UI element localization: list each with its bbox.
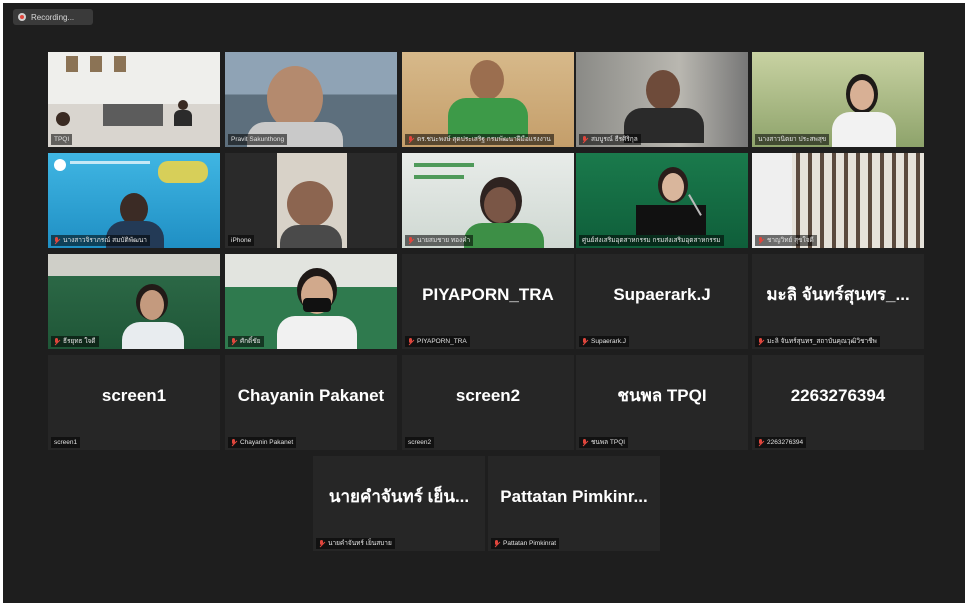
participant-tile[interactable]: 2263276394 2263276394 xyxy=(752,355,924,450)
participant-tile[interactable]: Pravit Sakunthong xyxy=(225,52,397,147)
participant-tile[interactable]: TPQI xyxy=(48,52,220,147)
participant-name-label: สมบูรณ์ ธีรศิริกุล xyxy=(579,134,641,145)
participant-name-label: iPhone xyxy=(228,235,255,246)
participant-tile[interactable]: Pattatan Pimkinr... Pattatan Pimkinrat xyxy=(488,456,660,551)
mic-muted-icon xyxy=(494,539,500,548)
participant-name-label: Chayanin Pakanet xyxy=(228,437,297,448)
participant-name-label: Supaerark.J xyxy=(579,336,630,347)
mic-muted-icon xyxy=(319,539,325,548)
participant-tile[interactable]: ศูนย์ส่งเสริมอุตสาหกรรม กรมส่งเสริมอุตสา… xyxy=(576,153,748,248)
participant-tile[interactable]: Supaerark.J Supaerark.J xyxy=(576,254,748,349)
participant-name-label: ศูนย์ส่งเสริมอุตสาหกรรม กรมส่งเสริมอุตสา… xyxy=(579,235,724,246)
mic-muted-icon xyxy=(408,337,414,346)
participant-name-label: ชาญวิทย์ สุขใจดี xyxy=(755,235,817,246)
participant-name-label: Pattatan Pimkinrat xyxy=(491,538,560,549)
participant-display-name: screen1 xyxy=(101,385,167,405)
participant-name-label: นายคำจันทร์ เย็นสบาย xyxy=(316,538,395,549)
participant-tile[interactable]: screen2 screen2 xyxy=(402,355,574,450)
participant-tile[interactable]: นายคำจันทร์ เย็น... นายคำจันทร์ เย็นสบาย xyxy=(313,456,485,551)
participant-name-label: screen1 xyxy=(51,437,81,448)
participant-tile[interactable]: มะลิ จันทร์สุนทร_... มะลิ จันทร์สุนทร_สถ… xyxy=(752,254,924,349)
participant-display-name: Supaerark.J xyxy=(613,284,711,304)
participant-name-label: นายสมชาย ทองคำ xyxy=(405,235,474,246)
mic-muted-icon xyxy=(758,337,764,346)
participant-tile[interactable]: iPhone xyxy=(225,153,397,248)
recording-label: Recording... xyxy=(31,12,75,22)
participant-display-name: นายคำจันทร์ เย็น... xyxy=(328,487,470,506)
participant-name-label: มะลิ จันทร์สุนทร_สถาบันคุณวุฒิวิชาชีพ xyxy=(755,336,880,347)
recording-icon xyxy=(18,13,26,21)
participant-tile[interactable]: screen1 screen1 xyxy=(48,355,220,450)
participant-name-label: ศักดิ์ชัย xyxy=(228,336,264,347)
participant-tile[interactable]: สมบูรณ์ ธีรศิริกุล xyxy=(576,52,748,147)
participant-name-label: นางสาวนิตยา ประสพสุข xyxy=(755,134,830,145)
participant-display-name: ชนพล TPQI xyxy=(617,386,707,405)
participant-name-label: PIYAPORN_TRA xyxy=(405,336,470,347)
participant-display-name: PIYAPORN_TRA xyxy=(422,284,554,304)
participant-name-label: 2263276394 xyxy=(755,437,807,448)
mic-muted-icon xyxy=(408,236,414,245)
participant-tile[interactable]: ดร.ชนะพงษ์ สุดประเสริฐ กรมพัฒนาฝีมือแรงง… xyxy=(402,52,574,147)
mic-muted-icon xyxy=(54,337,60,346)
zoom-meeting-window: Recording... TPQI Pravit Sakunthong ดร.ช… xyxy=(3,3,965,603)
participant-name-label: screen2 xyxy=(405,437,435,448)
mic-muted-icon xyxy=(758,236,764,245)
participant-tile[interactable]: ศักดิ์ชัย xyxy=(225,254,397,349)
participant-name-label: นางสาวจิราภรณ์ สมบัติพัฒนา xyxy=(51,235,150,246)
mic-muted-icon xyxy=(231,438,237,447)
participant-name-label: ดร.ชนะพงษ์ สุดประเสริฐ กรมพัฒนาฝีมือแรงง… xyxy=(405,134,554,145)
participant-name-label: Pravit Sakunthong xyxy=(228,134,288,145)
participant-display-name: 2263276394 xyxy=(790,385,886,405)
mic-muted-icon xyxy=(54,236,60,245)
participant-tile[interactable]: นางสาวนิตยา ประสพสุข xyxy=(752,52,924,147)
participant-tile[interactable]: ชาญวิทย์ สุขใจดี xyxy=(752,153,924,248)
participant-display-name: มะลิ จันทร์สุนทร_... xyxy=(766,285,910,304)
participant-name-label: ธีรยุทธ ใจดี xyxy=(51,336,99,347)
mic-muted-icon xyxy=(408,135,414,144)
participant-display-name: screen2 xyxy=(455,385,521,405)
mic-muted-icon xyxy=(582,337,588,346)
mic-muted-icon xyxy=(231,337,237,346)
participant-tile[interactable]: ชนพล TPQI ชนพล TPQI xyxy=(576,355,748,450)
mic-muted-icon xyxy=(758,438,764,447)
participant-tile[interactable]: นายสมชาย ทองคำ xyxy=(402,153,574,248)
participant-tile[interactable]: Chayanin Pakanet Chayanin Pakanet xyxy=(225,355,397,450)
participant-tile[interactable]: ธีรยุทธ ใจดี xyxy=(48,254,220,349)
participant-name-label: TPQI xyxy=(51,134,73,145)
participant-name-label: ชนพล TPQI xyxy=(579,437,629,448)
participant-display-name: Chayanin Pakanet xyxy=(237,385,385,405)
participant-tile[interactable]: นางสาวจิราภรณ์ สมบัติพัฒนา xyxy=(48,153,220,248)
participant-display-name: Pattatan Pimkinr... xyxy=(500,486,648,506)
mic-muted-icon xyxy=(582,135,588,144)
mic-muted-icon xyxy=(582,438,588,447)
participant-tile[interactable]: PIYAPORN_TRA PIYAPORN_TRA xyxy=(402,254,574,349)
recording-indicator[interactable]: Recording... xyxy=(13,9,93,25)
